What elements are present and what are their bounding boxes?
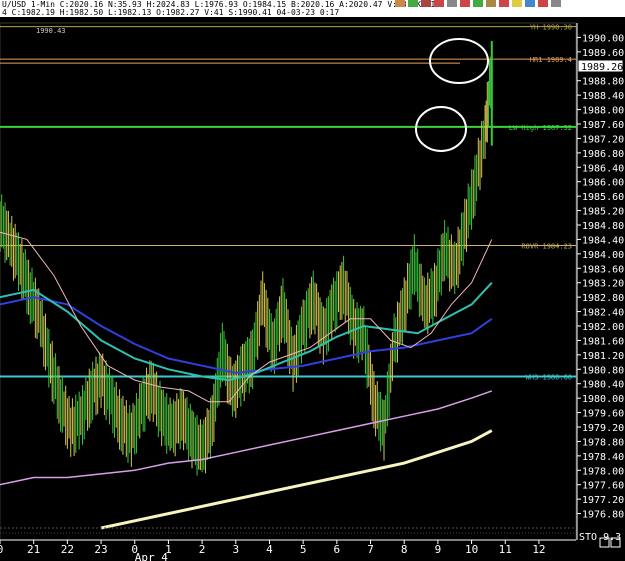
x-tick-label: 11 [499,543,512,556]
y-tick-label: 1986.80 [582,149,624,160]
y-tick-label: 1976.80 [582,510,624,521]
level-label: ROVR 1984.23 [521,243,572,251]
price-chart[interactable]: U/USD 1-Min C:2020.16 N:35.93 H:2024.83 … [0,0,625,561]
x-tick-label: 10 [465,543,478,556]
y-tick-label: 1978.40 [582,452,624,463]
x-tick-label: 3 [232,543,239,556]
y-tick-label: 1988.80 [582,77,624,88]
top-left-price-label: 1990.43 [36,27,66,35]
toolbar-icon-6[interactable] [460,0,470,7]
y-tick-label: 1988.00 [582,106,624,117]
y-tick-label: 1989.60 [582,48,624,59]
x-tick-label: 7 [367,543,374,556]
x-tick-label: 5 [300,543,307,556]
y-tick-label: 1982.00 [582,322,624,333]
y-tick-label: 1986.40 [582,163,624,174]
toolbar-icon-1[interactable] [395,0,405,7]
y-tick-label: 1979.60 [582,409,624,420]
x-tick-label: 12 [532,543,545,556]
y-tick-label: 1984.00 [582,250,624,261]
level-label: WH3 1980.60 [526,374,572,382]
chart-background [0,0,625,561]
level-label: YH 1990.30 [530,24,572,32]
y-tick-label: 1981.60 [582,336,624,347]
current-price-value: 1989.26 [581,62,623,73]
y-tick-label: 1987.20 [582,134,624,145]
y-tick-label: 1985.60 [582,192,624,203]
toolbar-icon-5[interactable] [447,0,457,7]
y-tick-label: 1977.60 [582,481,624,492]
y-tick-label: 1980.00 [582,394,624,405]
y-tick-label: 1982.40 [582,308,624,319]
x-tick-label: 8 [401,543,408,556]
y-tick-label: 1984.80 [582,221,624,232]
y-tick-label: 1978.00 [582,466,624,477]
y-tick-label: 1988.40 [582,91,624,102]
y-tick-label: 1983.60 [582,264,624,275]
date-label: Apr 4 [135,551,168,561]
toolbar-icon-4[interactable] [434,0,444,7]
y-tick-label: 1980.80 [582,365,624,376]
y-tick-label: 1977.20 [582,495,624,506]
y-tick-label: 1983.20 [582,279,624,290]
y-tick-label: 1979.20 [582,423,624,434]
y-tick-label: 1981.20 [582,351,624,362]
y-tick-label: 1978.80 [582,437,624,448]
y-tick-label: 1985.20 [582,207,624,218]
toolbar-icon-13[interactable] [551,0,561,7]
toolbar-icon-2[interactable] [408,0,418,7]
y-tick-label: 1980.40 [582,380,624,391]
toolbar-icon-11[interactable] [525,0,535,7]
level-label: LW High 1987.52 [509,124,572,132]
y-tick-label: 1990.00 [582,33,624,44]
y-tick-label: 1982.80 [582,293,624,304]
x-tick-label: 6 [334,543,341,556]
toolbar-icon-9[interactable] [499,0,509,7]
toolbar-icon-7[interactable] [473,0,483,7]
x-tick-label: 9 [435,543,442,556]
x-tick-label: 4 [266,543,273,556]
toolbar-icon-12[interactable] [538,0,548,7]
toolbar-icon-8[interactable] [486,0,496,7]
x-tick-label: 22 [61,543,74,556]
toolbar-icon-10[interactable] [512,0,522,7]
y-tick-label: 1984.40 [582,235,624,246]
toolbar-icon-3[interactable] [421,0,431,7]
x-tick-label: 23 [94,543,107,556]
y-tick-label: 1986.00 [582,178,624,189]
level-label: HR1 1989.4 [530,56,572,64]
header-indicator-line: 4 C:1982.19 H:1982.50 L:1982.13 O:1982.2… [2,8,339,17]
x-tick-label: 0 [0,543,3,556]
x-tick-label: 21 [27,543,40,556]
y-tick-label: 1987.60 [582,120,624,131]
x-tick-label: 2 [199,543,206,556]
